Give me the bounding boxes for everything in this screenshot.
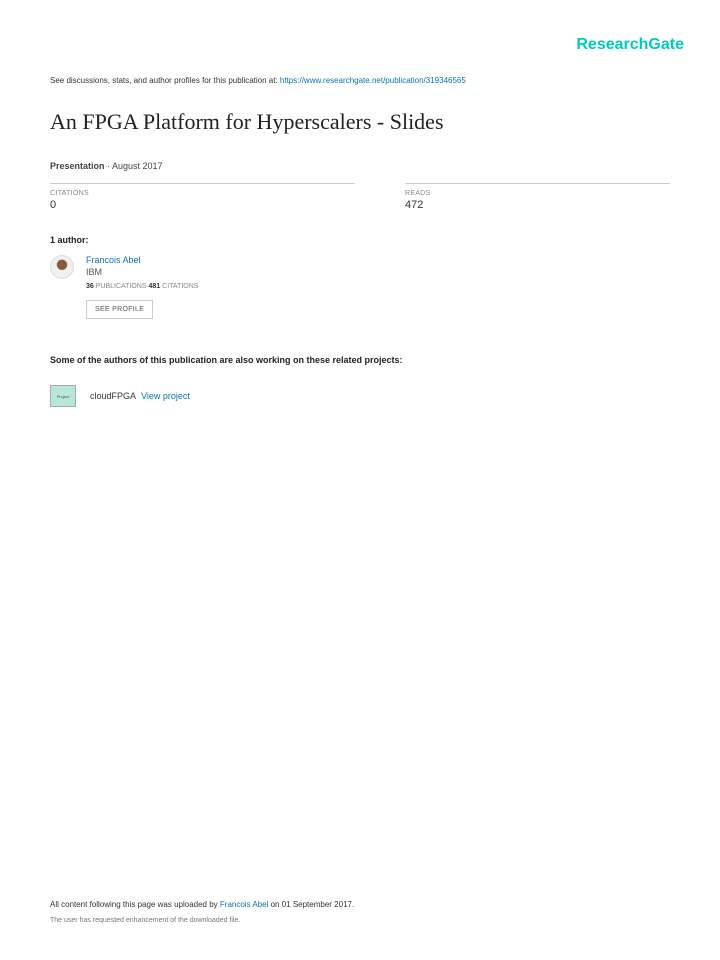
project-text: cloudFPGA View project — [90, 391, 190, 401]
footer-enhancement-note: The user has requested enhancement of th… — [50, 917, 670, 924]
publication-date: · August 2017 — [105, 161, 163, 171]
see-profile-button[interactable]: SEE PROFILE — [86, 300, 153, 319]
related-projects-label: Some of the authors of this publication … — [50, 355, 670, 365]
author-info: Francois Abel IBM 36 PUBLICATIONS 481 CI… — [86, 255, 198, 319]
publication-title: An FPGA Platform for Hyperscalers - Slid… — [50, 109, 670, 135]
project-name: cloudFPGA — [90, 391, 138, 401]
author-affiliation: IBM — [86, 267, 198, 277]
citations-value: 0 — [50, 199, 355, 211]
footer-prefix: All content following this page was uplo… — [50, 900, 220, 909]
author-row: Francois Abel IBM 36 PUBLICATIONS 481 CI… — [50, 255, 670, 319]
author-pubs-label: PUBLICATIONS — [94, 283, 149, 290]
author-name-link[interactable]: Francois Abel — [86, 255, 198, 265]
footer: All content following this page was uplo… — [50, 900, 670, 924]
project-row: Project cloudFPGA View project — [50, 385, 670, 407]
project-icon: Project — [50, 385, 76, 407]
project-icon-text: Project — [57, 394, 69, 399]
discussion-prefix: See discussions, stats, and author profi… — [50, 76, 280, 85]
publication-type: Presentation — [50, 161, 105, 171]
footer-upload-line: All content following this page was uplo… — [50, 900, 670, 909]
discussion-line: See discussions, stats, and author profi… — [50, 76, 670, 85]
author-cites-count: 481 — [149, 283, 161, 290]
author-avatar[interactable] — [50, 255, 74, 279]
publication-header: See discussions, stats, and author profi… — [50, 76, 670, 407]
stats-row: CITATIONS 0 READS 472 — [50, 183, 670, 211]
footer-suffix: on 01 September 2017. — [268, 900, 354, 909]
author-cites-label: CITATIONS — [160, 283, 198, 290]
footer-uploader-link[interactable]: Francois Abel — [220, 900, 268, 909]
authors-count-label: 1 author: — [50, 235, 670, 245]
author-stats: 36 PUBLICATIONS 481 CITATIONS — [86, 283, 198, 290]
reads-label: READS — [405, 190, 670, 197]
citations-block: CITATIONS 0 — [50, 183, 355, 211]
author-pubs-count: 36 — [86, 283, 94, 290]
publication-url-link[interactable]: https://www.researchgate.net/publication… — [280, 76, 466, 85]
publication-meta: Presentation · August 2017 — [50, 161, 670, 171]
reads-value: 472 — [405, 199, 670, 211]
researchgate-logo: ResearchGate — [576, 36, 684, 54]
citations-label: CITATIONS — [50, 190, 355, 197]
reads-block: READS 472 — [405, 183, 670, 211]
view-project-link[interactable]: View project — [141, 391, 190, 401]
